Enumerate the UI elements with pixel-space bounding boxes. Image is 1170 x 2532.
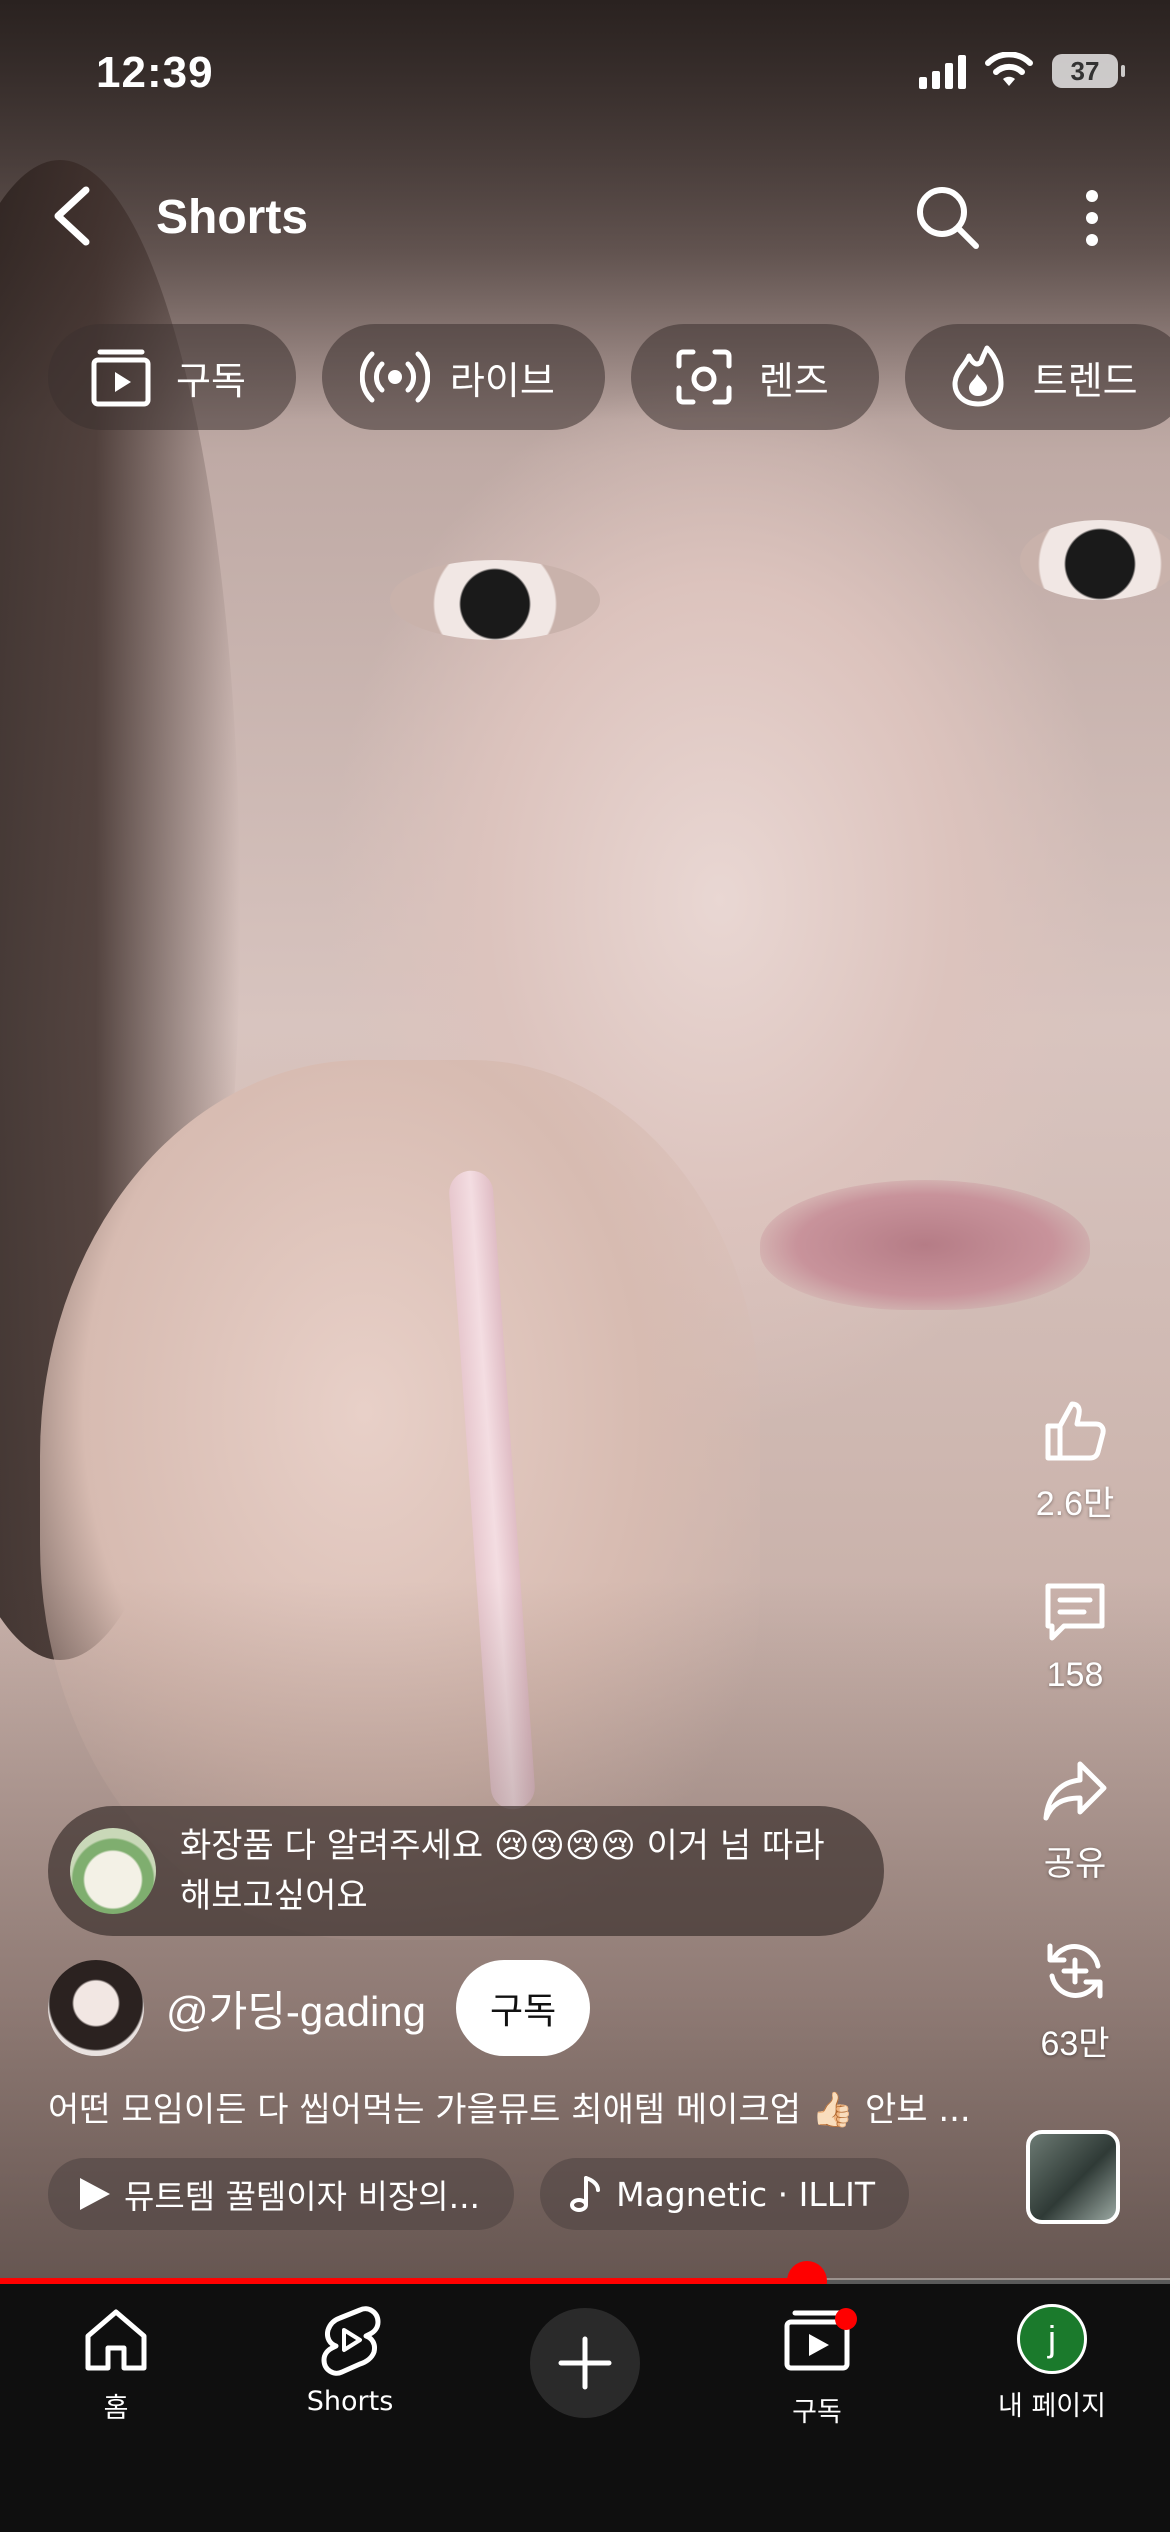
profile-avatar: j [1017,2304,1087,2374]
chip-trend[interactable]: 트렌드 [904,324,1170,430]
trend-icon [952,345,1004,407]
live-icon [359,351,430,403]
chip-lens[interactable]: 렌즈 [630,324,879,430]
remix-button[interactable]: 63만 [1020,1936,1130,2065]
music-note-icon [570,2176,601,2212]
plus-icon [558,2336,612,2390]
comments-button[interactable]: 158 [1020,1576,1130,1695]
share-button[interactable]: 공유 [1020,1756,1130,1885]
create-button[interactable] [530,2308,640,2418]
channel-row: @가딩-gading 구독 [48,1960,591,2056]
remix-icon [1047,1943,1103,1999]
thumbs-up-icon [1045,1401,1106,1461]
page-title: Shorts [156,191,309,244]
like-button[interactable]: 2.6만 [1020,1396,1130,1525]
status-icons: 37 [919,52,1125,90]
chip-live[interactable]: 라이브 [321,324,605,430]
back-icon[interactable] [48,186,98,246]
nav-profile[interactable]: j 내 페이지 [962,2304,1142,2423]
nav-shorts[interactable]: Shorts [260,2304,440,2417]
channel-avatar[interactable] [48,1960,144,2056]
shorts-screen: 12:39 37 Shorts 구독 라이브 렌즈 트렌드 2.6만 158 공… [0,0,1170,2532]
commenter-avatar [70,1828,156,1914]
share-icon [1043,1761,1107,1821]
comment-preview[interactable]: 화장품 다 알려주세요 😢😢😢😢 이거 넘 따라해보고싶어요 [48,1806,884,1936]
subscriptions-icon [91,349,151,407]
search-icon[interactable] [912,182,982,252]
play-icon [80,2178,110,2210]
cellular-signal-icon [919,53,966,89]
comment-count: 158 [1046,1656,1104,1694]
share-label: 공유 [1043,1845,1107,1883]
remix-count: 63만 [1040,2025,1110,2063]
shorts-icon [321,2306,381,2376]
nav-subscriptions[interactable]: 구독 [727,2304,907,2429]
like-count: 2.6만 [1035,1485,1115,1523]
comment-text: 화장품 다 알려주세요 😢😢😢😢 이거 넘 따라해보고싶어요 [180,1826,825,1916]
home-icon [85,2309,147,2371]
wifi-icon [985,52,1033,86]
tag-row: 뮤트템 꿀템이자 비장의... Magnetic · ILLIT [48,2158,910,2230]
music-chip[interactable]: Magnetic · ILLIT [540,2158,910,2230]
comment-icon [1045,1583,1105,1641]
battery-indicator: 37 [1052,54,1125,88]
new-content-dot [835,2308,857,2330]
sound-thumbnail[interactable] [1026,2130,1120,2224]
channel-handle[interactable]: @가딩-gading [166,1978,426,2039]
bottom-navigation: 홈 Shorts 구독 j 내 페이지 [0,2284,1170,2532]
video-description[interactable]: 어떤 모임이든 다 씹어먹는 가을뮤트 최애템 메이크업 👍🏻 안보 ... [48,2082,988,2131]
status-time: 12:39 [96,48,214,97]
related-video-chip[interactable]: 뮤트템 꿀템이자 비장의... [48,2158,515,2230]
more-options-icon[interactable] [1070,186,1114,250]
chip-subscriptions[interactable]: 구독 [48,324,296,430]
subscribe-button[interactable]: 구독 [456,1960,591,2056]
nav-home[interactable]: 홈 [26,2304,206,2425]
lens-icon [676,349,732,405]
filter-chips: 구독 라이브 렌즈 트렌드 [48,324,1170,430]
